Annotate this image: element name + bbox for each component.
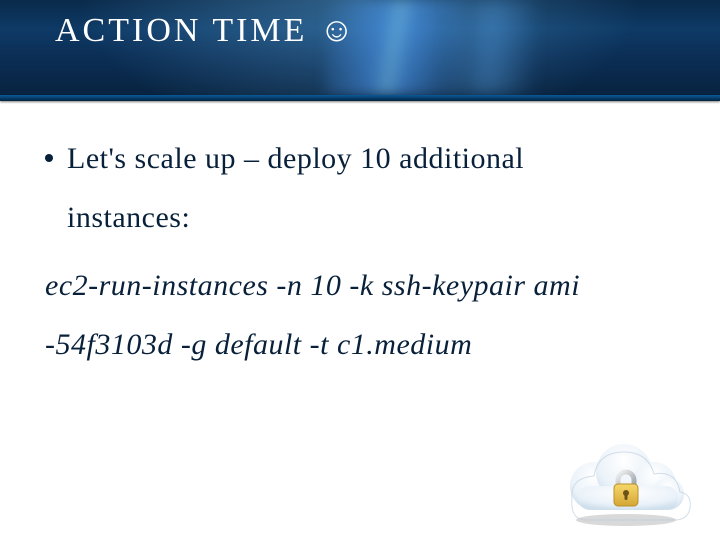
bullet-lead: Let's scale up – deploy 10 additional [67, 142, 524, 175]
command-line-1: ec2-run-instances -n 10 -k ssh-keypair a… [45, 269, 580, 302]
title-text: ACTION TIME [55, 12, 307, 50]
bullet-cont: instances: [67, 201, 190, 234]
slide-title: ACTION TIME ☺ [55, 12, 354, 50]
header-divider [0, 95, 720, 101]
command-block: ec2-run-instances -n 10 -k ssh-keypair a… [45, 257, 680, 374]
bullet-item: Let's scale up – deploy 10 additional in… [45, 130, 680, 247]
slide-body: Let's scale up – deploy 10 additional in… [45, 130, 680, 374]
bullet-text: Let's scale up – deploy 10 additional in… [67, 130, 680, 247]
smiley-icon: ☺ [319, 12, 354, 50]
command-line-2: -54f3103d -g default -t c1.medium [45, 328, 472, 361]
bullet-dot-icon [45, 154, 53, 162]
cloud-lock-icon [556, 428, 696, 528]
slide: ACTION TIME ☺ Let's scale up – deploy 10… [0, 0, 720, 540]
